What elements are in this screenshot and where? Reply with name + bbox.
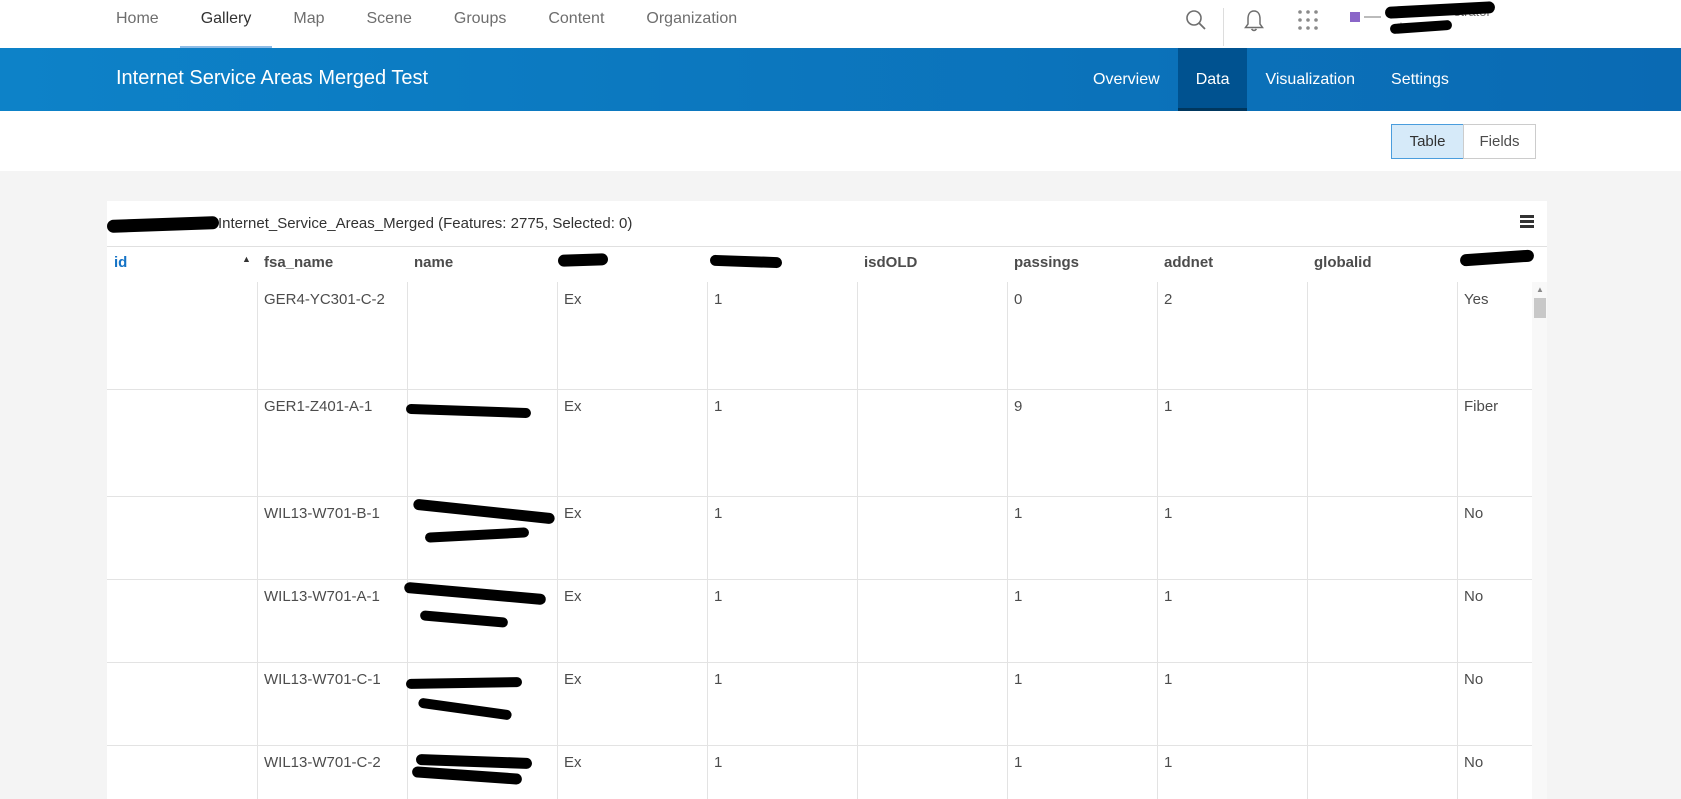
table-cell[interactable]: 1 (714, 668, 722, 692)
column-header-fsa-name[interactable]: fsa_name (264, 254, 333, 271)
table-cell[interactable]: 1 (1014, 668, 1022, 692)
nav-tab-home[interactable]: Home (95, 0, 180, 49)
table-scrollbar[interactable] (1532, 282, 1547, 799)
row-divider (107, 389, 1532, 390)
scrollbar-thumb[interactable] (1534, 298, 1546, 318)
item-banner: Internet Service Areas Merged Test Overv… (0, 48, 1681, 111)
table-cell[interactable]: WIL13-W701-C-1 (264, 668, 381, 692)
table-cell[interactable]: Ex (564, 395, 582, 419)
column-header-globalid[interactable]: globalid (1314, 254, 1372, 271)
table-cell[interactable]: No (1464, 668, 1483, 692)
column-divider (707, 282, 708, 799)
table-cell[interactable]: Ex (564, 585, 582, 609)
column-divider (1007, 282, 1008, 799)
row-divider (107, 579, 1532, 580)
nav-tab-groups[interactable]: Groups (433, 0, 527, 49)
redaction-mark (405, 676, 523, 690)
bell-icon[interactable] (1242, 8, 1266, 34)
nav-divider (1223, 8, 1224, 46)
table-cell[interactable]: GER4-YC301-C-2 (264, 288, 385, 312)
column-divider (557, 282, 558, 799)
nav-tab-content[interactable]: Content (527, 0, 625, 49)
table-title-text: Internet_Service_Areas_Merged (Features:… (218, 215, 633, 232)
column-divider (1157, 282, 1158, 799)
column-header-id[interactable]: id (114, 254, 127, 271)
table-cell[interactable]: No (1464, 502, 1483, 526)
table-cell[interactable]: WIL13-W701-C-2 (264, 751, 381, 775)
tab-data[interactable]: Data (1177, 48, 1248, 111)
tab-overview[interactable]: Overview (1075, 48, 1178, 111)
table-cell[interactable]: Yes (1464, 288, 1488, 312)
table-cell[interactable]: 1 (714, 585, 722, 609)
table-cell[interactable]: Ex (564, 288, 582, 312)
search-icon[interactable] (1184, 8, 1208, 32)
column-divider (857, 282, 858, 799)
table-cell[interactable]: Ex (564, 502, 582, 526)
column-header-isdold[interactable]: isdOLD (864, 254, 917, 271)
table-cell[interactable]: Ex (564, 751, 582, 775)
top-navigation: Home Gallery Map Scene Groups Content Or… (0, 0, 1681, 49)
table-cell[interactable]: 1 (1014, 751, 1022, 775)
table-cell[interactable]: 1 (1164, 585, 1172, 609)
row-divider (107, 496, 1532, 497)
item-tabs: Overview Data Visualization Settings (1075, 48, 1467, 111)
table-cell[interactable]: 1 (1164, 395, 1172, 419)
table-cell[interactable]: No (1464, 751, 1483, 775)
table-cell[interactable]: GER1-Z401-A-1 (264, 395, 372, 419)
nav-tab-map[interactable]: Map (272, 0, 345, 49)
nav-tab-gallery[interactable]: Gallery (179, 0, 273, 49)
table-view-button[interactable]: Table (1391, 124, 1464, 159)
data-toolbar: Table Fields (0, 111, 1681, 171)
tab-visualization[interactable]: Visualization (1247, 48, 1373, 111)
table-cell[interactable]: 0 (1014, 288, 1022, 312)
page-title: Internet Service Areas Merged Test (116, 67, 429, 89)
table-cell[interactable]: 1 (1014, 585, 1022, 609)
table-cell[interactable]: 1 (714, 395, 722, 419)
table-cell[interactable]: 2 (1164, 288, 1172, 312)
table-menu-icon[interactable] (1520, 213, 1536, 231)
sort-ascending-icon[interactable]: ▲ (242, 254, 251, 264)
tab-settings[interactable]: Settings (1373, 48, 1467, 111)
column-divider (1307, 282, 1308, 799)
table-cell[interactable]: 1 (1014, 502, 1022, 526)
column-divider (1457, 282, 1458, 799)
avatar[interactable] (1350, 12, 1360, 22)
table-cell[interactable]: 1 (1164, 502, 1172, 526)
column-header-addnet[interactable]: addnet (1164, 254, 1213, 271)
app-grid-icon[interactable] (1296, 8, 1320, 32)
table-cell[interactable]: 1 (1164, 751, 1172, 775)
table-cell[interactable]: 9 (1014, 395, 1022, 419)
table-cell[interactable]: Fiber (1464, 395, 1498, 419)
redaction-mark (557, 253, 609, 267)
table-cell[interactable]: Ex (564, 668, 582, 692)
header-divider (107, 246, 1547, 247)
table-cell[interactable]: WIL13-W701-B-1 (264, 502, 380, 526)
column-divider (407, 282, 408, 799)
column-divider (257, 282, 258, 799)
table-cell[interactable]: No (1464, 585, 1483, 609)
nav-tab-scene[interactable]: Scene (346, 0, 433, 49)
table-cell[interactable]: 1 (714, 502, 722, 526)
table-cell[interactable]: 1 (714, 751, 722, 775)
row-divider (107, 662, 1532, 663)
table-cell[interactable]: 1 (1164, 668, 1172, 692)
fields-view-button[interactable]: Fields (1463, 124, 1536, 159)
table-cell[interactable]: WIL13-W701-A-1 (264, 585, 380, 609)
nav-tab-organization[interactable]: Organization (625, 0, 758, 49)
column-header-passings[interactable]: passings (1014, 254, 1079, 271)
scroll-up-icon[interactable]: ▲ (1536, 285, 1544, 294)
column-header-name[interactable]: name (414, 254, 453, 271)
avatar-line (1364, 16, 1381, 18)
top-nav-tabs: Home Gallery Map Scene Groups Content Or… (95, 0, 758, 49)
row-divider (107, 745, 1532, 746)
table-cell[interactable]: 1 (714, 288, 722, 312)
